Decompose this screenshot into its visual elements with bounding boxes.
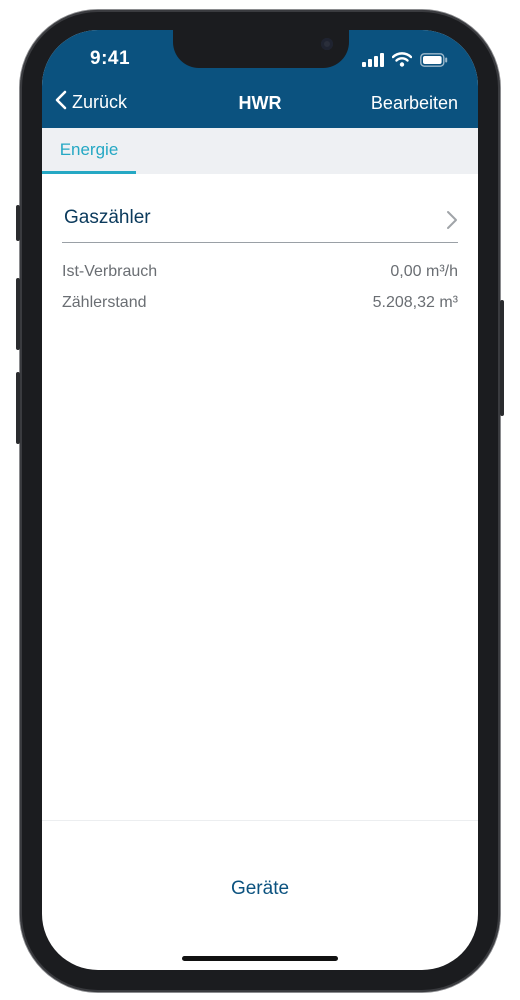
row-label: Ist-Verbrauch [62, 263, 158, 280]
status-icons [362, 52, 448, 72]
wifi-icon [391, 52, 413, 72]
volume-up-button [16, 278, 20, 350]
section-gaszaehler[interactable]: Gaszähler [62, 198, 458, 243]
edit-button[interactable]: Bearbeiten [371, 93, 458, 114]
status-time: 9:41 [90, 48, 131, 69]
devices-button[interactable]: Geräte [42, 878, 478, 900]
front-camera [321, 38, 333, 50]
phone-screen: 9:41 Zurück HWR Bearbeiten Energie Gaszä… [42, 30, 478, 970]
section-title: Gaszähler [64, 207, 151, 228]
row-value: 5.208,32 m³ [372, 294, 458, 311]
notch [173, 30, 349, 68]
silent-switch [16, 205, 20, 241]
cellular-signal-icon [362, 52, 384, 72]
volume-down-button [16, 372, 20, 444]
bottom-divider [42, 820, 478, 821]
battery-icon [420, 52, 448, 72]
row-value: 0,00 m³/h [390, 263, 458, 280]
power-button [500, 300, 504, 416]
tab-bar: Energie [42, 128, 478, 174]
home-indicator[interactable] [182, 956, 338, 961]
tab-energie[interactable]: Energie [42, 128, 136, 174]
row-label: Zählerstand [62, 294, 147, 311]
chevron-right-icon [446, 210, 458, 235]
